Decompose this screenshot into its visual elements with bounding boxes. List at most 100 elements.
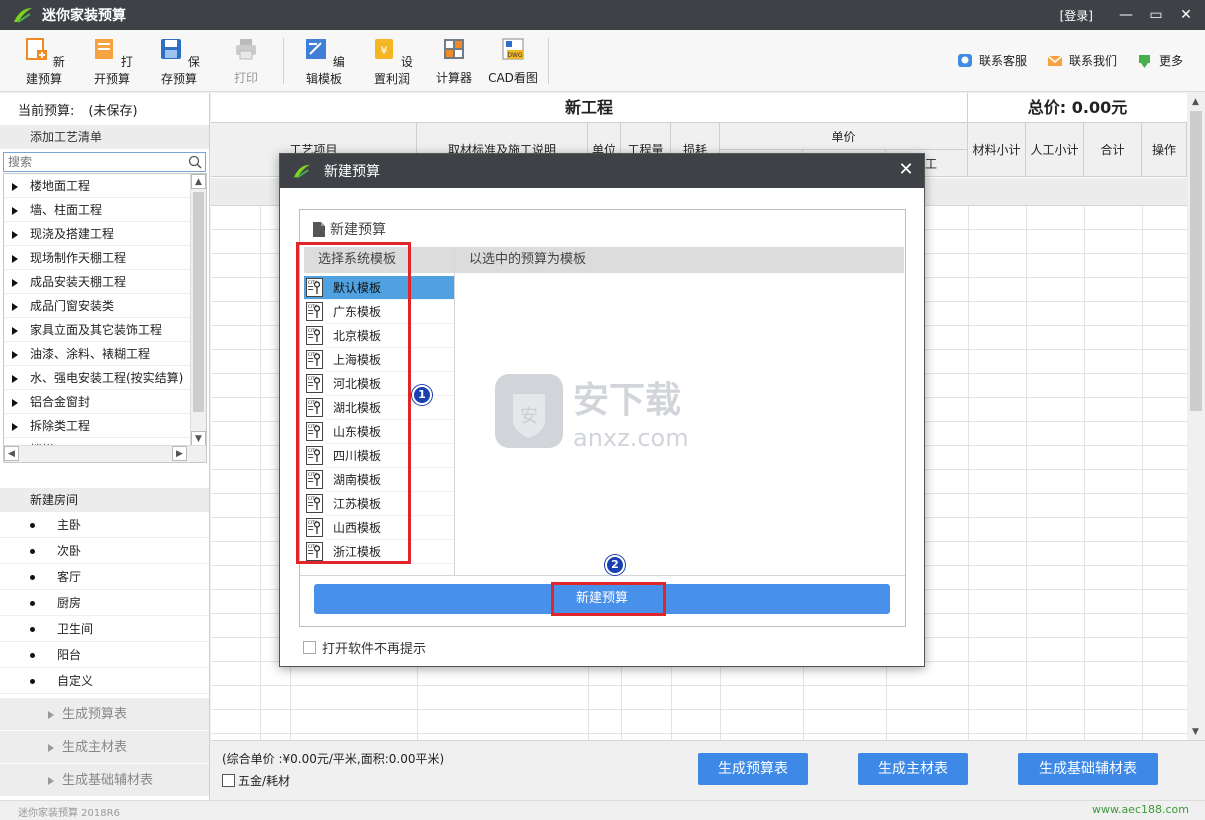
no-prompt-row[interactable]: 打开软件不再提示	[303, 638, 426, 657]
expand-triangle-icon[interactable]	[12, 350, 18, 359]
category-item[interactable]: 铝合金窗封	[4, 390, 190, 414]
scroll-up-icon[interactable]: ▲	[1188, 94, 1203, 109]
more-button[interactable]: 更多	[1137, 52, 1183, 69]
cad-viewer-button[interactable]: DWG CAD看图	[487, 36, 539, 86]
dialog-divider	[300, 575, 905, 576]
hardware-checkbox[interactable]	[222, 774, 235, 787]
generate-aux-material-button[interactable]: 生成基础辅材表	[1018, 753, 1158, 785]
print-label: 打印	[233, 71, 258, 85]
svg-text:DWG: DWG	[507, 52, 523, 59]
contact-support-button[interactable]: 联系客服	[957, 52, 1027, 69]
expand-triangle-icon[interactable]	[12, 398, 18, 407]
maximize-icon[interactable]: ▭	[1141, 0, 1171, 30]
edit-template-button[interactable]: 编辑模板	[298, 36, 350, 87]
room-label: 次卧	[57, 544, 82, 558]
col-header-total: 合计	[1084, 123, 1142, 177]
dialog-close-icon[interactable]: ✕	[896, 160, 916, 180]
category-item[interactable]: 现场制作天棚工程	[4, 246, 190, 270]
room-item[interactable]: 厨房	[0, 590, 209, 616]
grid-divider	[1142, 206, 1143, 740]
tree-horizontal-scrollbar[interactable]: ◀ ▶	[4, 445, 206, 462]
new-budget-button[interactable]: 新建预算	[18, 36, 70, 87]
print-button[interactable]: 打印	[230, 36, 262, 86]
toolbar-divider	[283, 38, 284, 84]
login-link[interactable]: [登录]	[1060, 7, 1093, 24]
main-vertical-scrollbar[interactable]: ▲ ▼	[1187, 93, 1205, 740]
tree-scroll-thumb[interactable]	[193, 192, 204, 412]
search-placeholder: 搜索	[8, 155, 33, 169]
generate-main-material-item[interactable]: 生成主材表	[0, 731, 209, 764]
room-item[interactable]: 次卧	[0, 538, 209, 564]
scroll-right-icon[interactable]: ▶	[172, 446, 187, 461]
open-budget-button[interactable]: 打开预算	[86, 36, 138, 87]
expand-triangle-icon[interactable]	[12, 374, 18, 383]
step-badge-1: 1	[412, 385, 432, 405]
expand-triangle-icon[interactable]	[12, 254, 18, 263]
save-budget-button[interactable]: 保存预算	[153, 36, 205, 87]
category-item[interactable]: 家具立面及其它装饰工程	[4, 318, 190, 342]
generate-aux-material-label: 生成基础辅材表	[62, 773, 154, 788]
category-label: 现场制作天棚工程	[30, 251, 127, 265]
tree-vertical-scrollbar[interactable]: ▲ ▼	[190, 174, 206, 446]
expand-triangle-icon[interactable]	[12, 326, 18, 335]
open-file-icon	[95, 39, 114, 59]
category-item[interactable]: 成品安装天棚工程	[4, 270, 190, 294]
generate-main-material-button[interactable]: 生成主材表	[858, 753, 968, 785]
expand-triangle-icon[interactable]	[12, 302, 18, 311]
expand-triangle-icon[interactable]	[12, 182, 18, 191]
title-bar: 迷你家装预算 [登录] — ▭ ✕	[0, 0, 1205, 30]
generate-main-material-label: 生成主材表	[62, 740, 128, 755]
category-label: 拆除类工程	[30, 419, 91, 433]
bullet-icon	[30, 627, 35, 632]
scroll-left-icon[interactable]: ◀	[4, 446, 19, 461]
scroll-down-icon[interactable]: ▼	[1188, 724, 1203, 739]
room-item[interactable]: 客厅	[0, 564, 209, 590]
bottom-bar: (综合单价 :¥0.00元/平米,面积:0.00平米) 五金/耗材 生成预算表 …	[211, 740, 1205, 800]
main-scroll-thumb[interactable]	[1190, 111, 1202, 411]
dialog-header: 新建预算 ✕	[280, 154, 924, 188]
bullet-icon	[30, 549, 35, 554]
category-label: 油漆、涂料、裱糊工程	[30, 347, 151, 361]
no-prompt-checkbox[interactable]	[303, 641, 316, 654]
calculator-icon	[444, 39, 464, 59]
generate-menu: 生成预算表 生成主材表 生成基础辅材表	[0, 698, 209, 797]
category-item[interactable]: 油漆、涂料、裱糊工程	[4, 342, 190, 366]
room-item[interactable]: 阳台	[0, 642, 209, 668]
scroll-up-icon[interactable]: ▲	[191, 174, 206, 189]
category-item[interactable]: 墙、柱面工程	[4, 198, 190, 222]
contact-us-button[interactable]: 联系我们	[1047, 52, 1117, 69]
toolbar: 新建预算 打开预算 保存预算 打印 编辑模板 ¥ 设置利润 计算器 DWG CA…	[0, 30, 1205, 92]
website-link[interactable]: www.aec188.com	[1092, 803, 1189, 816]
expand-triangle-icon[interactable]	[12, 278, 18, 287]
category-item[interactable]: 拆除类工程	[4, 414, 190, 438]
document-icon	[313, 221, 325, 237]
triangle-right-icon	[48, 743, 54, 752]
calculator-button[interactable]: 计算器	[434, 36, 474, 86]
category-item[interactable]: 楼地面工程	[4, 174, 190, 198]
category-item[interactable]: 现浇及搭建工程	[4, 222, 190, 246]
search-icon[interactable]	[188, 155, 202, 169]
craft-category-tree: 楼地面工程 墙、柱面工程 现浇及搭建工程现场制作天棚工程成品安装天棚工程 成品门窗安装…	[3, 173, 207, 463]
generate-budget-button[interactable]: 生成预算表	[698, 753, 808, 785]
close-window-icon[interactable]: ✕	[1171, 0, 1201, 30]
category-item[interactable]: 水、强电安装工程(按实结算)	[4, 366, 190, 390]
room-item[interactable]: 卫生间	[0, 616, 209, 642]
generate-aux-material-item[interactable]: 生成基础辅材表	[0, 764, 209, 797]
room-item[interactable]: 主卧	[0, 512, 209, 538]
bullet-icon	[30, 653, 35, 658]
room-item[interactable]: 自定义	[0, 668, 209, 694]
expand-triangle-icon[interactable]	[12, 422, 18, 431]
set-profit-button[interactable]: ¥ 设置利润	[366, 36, 418, 87]
expand-triangle-icon[interactable]	[12, 230, 18, 239]
watermark-sub: anxz.com	[573, 424, 689, 452]
hardware-checkbox-row[interactable]: 五金/耗材	[222, 772, 290, 789]
category-list: 楼地面工程 墙、柱面工程 现浇及搭建工程现场制作天棚工程成品安装天棚工程 成品门窗安装…	[4, 174, 206, 462]
scroll-down-icon[interactable]: ▼	[191, 431, 206, 446]
category-item[interactable]: 成品门窗安装类	[4, 294, 190, 318]
create-button-highlight	[551, 582, 666, 616]
expand-triangle-icon[interactable]	[12, 206, 18, 215]
search-input[interactable]: 搜索	[3, 152, 206, 172]
minimize-icon[interactable]: —	[1111, 0, 1141, 30]
room-label: 自定义	[57, 674, 94, 688]
generate-budget-item[interactable]: 生成预算表	[0, 698, 209, 731]
